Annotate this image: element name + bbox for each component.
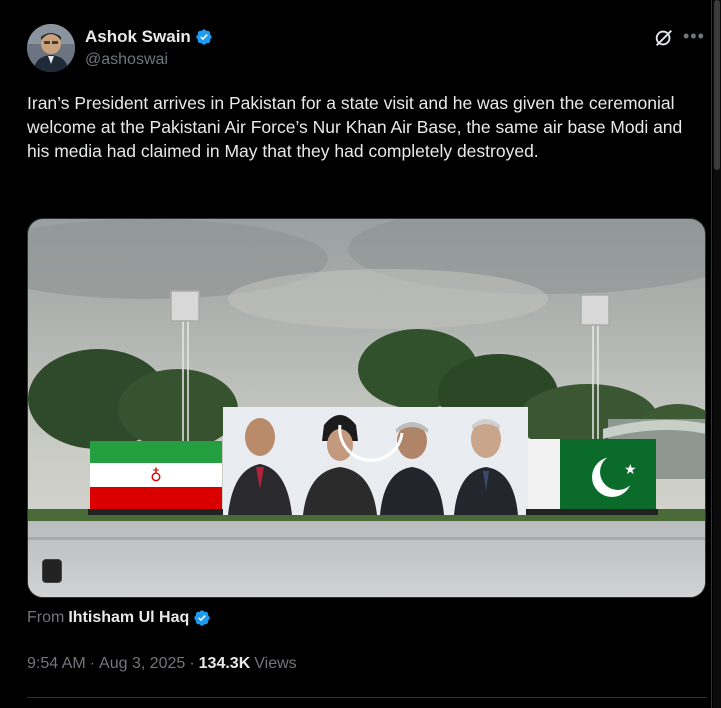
- attribution-label: From: [27, 609, 65, 626]
- meta-separator: ·: [189, 655, 195, 672]
- avatar[interactable]: [27, 24, 75, 72]
- pakistan-flag-billboard: ★: [526, 439, 658, 515]
- avatar-image: [27, 24, 75, 72]
- media-badge-icon[interactable]: [42, 559, 62, 583]
- author-name-row: Ashok Swain: [85, 27, 213, 47]
- tweet-meta: 9:54 AM · Aug 3, 2025 · 134.3K Views: [27, 655, 297, 673]
- attribution-name[interactable]: Ihtisham Ul Haq: [68, 609, 189, 627]
- tweet-detail: Ashok Swain @ashoswai ••• Iran’s Preside…: [0, 0, 712, 708]
- tweet-text: Iran’s President arrives in Pakistan for…: [27, 93, 683, 161]
- verified-badge-icon: [193, 609, 211, 627]
- tweet-date[interactable]: Aug 3, 2025: [99, 655, 185, 673]
- more-icon[interactable]: •••: [683, 26, 705, 47]
- views-count: 134.3K: [198, 655, 251, 672]
- tweet-header: Ashok Swain @ashoswai •••: [27, 24, 707, 72]
- views-label: Views: [254, 655, 297, 672]
- grok-icon[interactable]: [653, 27, 675, 49]
- svg-text:★: ★: [624, 462, 637, 478]
- svg-text:♁: ♁: [150, 466, 162, 485]
- author-name[interactable]: Ashok Swain: [85, 27, 191, 47]
- attribution-row: From Ihtisham Ul Haq: [27, 609, 211, 627]
- media-photo: ♁ ★: [28, 219, 705, 597]
- author-handle[interactable]: @ashoswai: [85, 51, 168, 69]
- verified-badge-icon: [195, 28, 213, 46]
- scrollbar-thumb[interactable]: [714, 0, 720, 170]
- tweet-time[interactable]: 9:54 AM: [27, 655, 86, 673]
- scrollbar[interactable]: [713, 0, 721, 708]
- tweet-media[interactable]: ♁ ★: [27, 218, 706, 598]
- leaders-billboard: [223, 407, 528, 515]
- meta-separator: ·: [89, 655, 96, 672]
- divider: [27, 697, 707, 698]
- iran-flag-billboard: ♁: [88, 441, 224, 515]
